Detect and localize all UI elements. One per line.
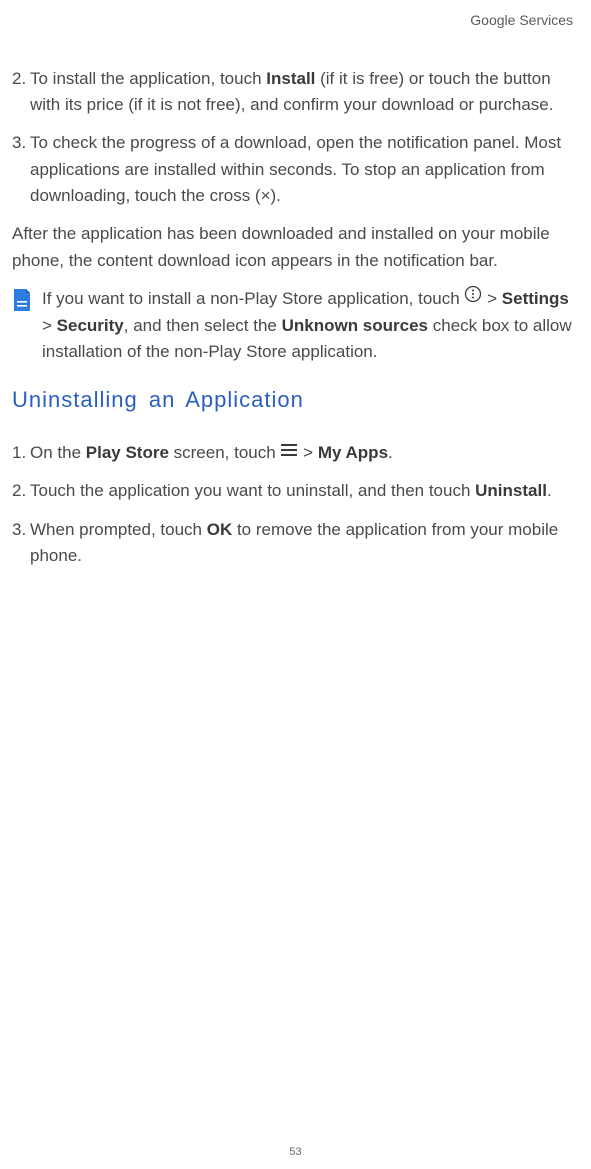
text-bold: Security [57,316,124,335]
document-page: Google Services 2. To install the applic… [0,0,591,569]
step-body: On the Play Store screen, touch > My App… [30,440,579,467]
text-fragment: On the [30,443,86,462]
step-body: To install the application, touch Instal… [30,66,579,119]
step-number: 1. [12,440,30,467]
install-step-2: 2. To install the application, touch Ins… [12,66,579,119]
step-body: Touch the application you want to uninst… [30,478,579,504]
text-fragment: > [42,316,57,335]
text-fragment: screen, touch [169,443,281,462]
install-step-3: 3. To check the progress of a download, … [12,130,579,209]
text-fragment: Touch the application you want to uninst… [30,481,475,500]
text-bold: Settings [502,289,569,308]
uninstall-step-3: 3. When prompted, touch OK to remove the… [12,517,579,570]
text-fragment: , and then select the [124,316,282,335]
text-fragment: To check the progress of a download, ope… [30,133,561,205]
step-body: To check the progress of a download, ope… [30,130,579,209]
overflow-menu-icon [464,285,482,311]
text-fragment: If you want to install a non-Play Store … [42,289,464,308]
text-fragment: > [482,289,501,308]
page-number: 53 [0,1144,591,1161]
hamburger-menu-icon [280,439,298,465]
note-body: If you want to install a non-Play Store … [42,286,579,365]
uninstall-heading: Uninstalling an Application [12,383,579,417]
text-bold: OK [207,520,233,539]
note-block: If you want to install a non-Play Store … [12,286,579,365]
text-fragment: . [388,443,393,462]
text-fragment: When prompted, touch [30,520,207,539]
step-number: 2. [12,66,30,119]
step-number: 3. [12,517,30,570]
text-fragment: . [547,481,552,500]
text-bold: Uninstall [475,481,547,500]
document-note-icon [12,288,32,312]
text-fragment: > [298,443,317,462]
text-bold: Unknown sources [282,316,428,335]
page-header-section: Google Services [12,10,579,32]
step-number: 3. [12,130,30,209]
uninstall-step-2: 2. Touch the application you want to uni… [12,478,579,504]
step-body: When prompted, touch OK to remove the ap… [30,517,579,570]
step-number: 2. [12,478,30,504]
text-fragment: To install the application, touch [30,69,266,88]
text-bold: Install [266,69,315,88]
paragraph: After the application has been downloade… [12,221,579,274]
uninstall-step-1: 1. On the Play Store screen, touch > My … [12,440,579,467]
text-bold: My Apps [318,443,388,462]
text-bold: Play Store [86,443,169,462]
